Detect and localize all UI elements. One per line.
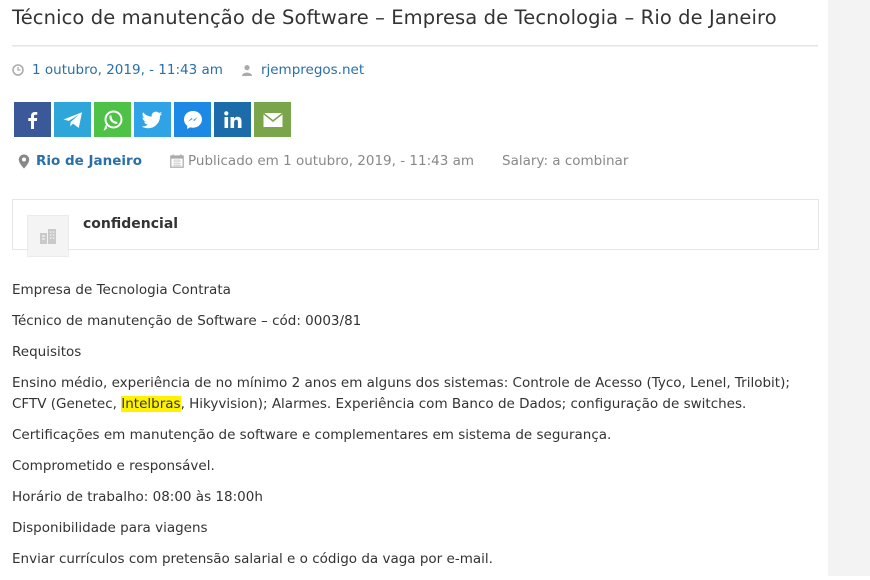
description-paragraph: Empresa de Tecnologia Contrata (12, 282, 231, 298)
user-icon (241, 65, 252, 76)
linkedin-icon (223, 110, 241, 128)
company-box: confidencial (12, 199, 819, 257)
share-buttons (14, 102, 291, 137)
right-gutter (828, 0, 870, 576)
share-messenger-button[interactable] (174, 102, 211, 137)
clock-icon (12, 64, 24, 76)
requirements-text-end: , Hikyvision); Alarmes. Experiência com … (180, 396, 747, 412)
share-linkedin-button[interactable] (214, 102, 251, 137)
job-location-link[interactable]: Rio de Janeiro (36, 153, 142, 169)
whatsapp-icon (103, 110, 122, 131)
map-marker-icon (18, 154, 30, 168)
job-info: Rio de Janeiro Publicado em 1 outubro, 2… (18, 153, 628, 169)
facebook-icon (27, 111, 37, 129)
job-description: Empresa de Tecnologia Contrata Técnico d… (12, 280, 818, 580)
page-title: Técnico de manutenção de Software – Empr… (12, 6, 777, 29)
job-published-date: Publicado em 1 outubro, 2019, - 11:43 am (187, 153, 475, 169)
share-email-button[interactable] (254, 102, 291, 137)
post-date-link[interactable]: 1 outubro, 2019, - 11:43 am (32, 62, 223, 78)
description-paragraph: Certificações em manutenção de software … (12, 427, 612, 443)
share-whatsapp-button[interactable] (94, 102, 131, 137)
calendar-icon (170, 154, 184, 168)
telegram-icon (63, 111, 82, 128)
highlighted-term: Intelbras (121, 396, 181, 412)
share-telegram-button[interactable] (54, 102, 91, 137)
author-link[interactable]: rjempregos.net (261, 62, 364, 78)
description-paragraph: Técnico de manutenção de Software – cód:… (12, 313, 362, 329)
post-meta: 1 outubro, 2019, - 11:43 am rjempregos.n… (12, 62, 364, 78)
email-icon (262, 112, 283, 127)
company-name: confidencial (83, 216, 179, 232)
job-salary: Salary: a combinar (502, 153, 629, 169)
title-divider (12, 45, 818, 46)
description-paragraph: Ensino médio, experiência de no mínimo 2… (12, 373, 818, 415)
description-paragraph: Disponibilidade para viagens (12, 520, 208, 536)
twitter-icon (141, 111, 162, 128)
company-logo (27, 215, 69, 257)
share-twitter-button[interactable] (134, 102, 171, 137)
share-facebook-button[interactable] (14, 102, 51, 137)
description-paragraph: Horário de trabalho: 08:00 às 18:00h (12, 489, 263, 505)
description-paragraph: Comprometido e responsável. (12, 458, 215, 474)
description-paragraph: Requisitos (12, 344, 82, 360)
description-paragraph: Enviar currículos com pretensão salarial… (12, 551, 493, 567)
building-icon (40, 229, 56, 244)
messenger-icon (183, 110, 202, 129)
